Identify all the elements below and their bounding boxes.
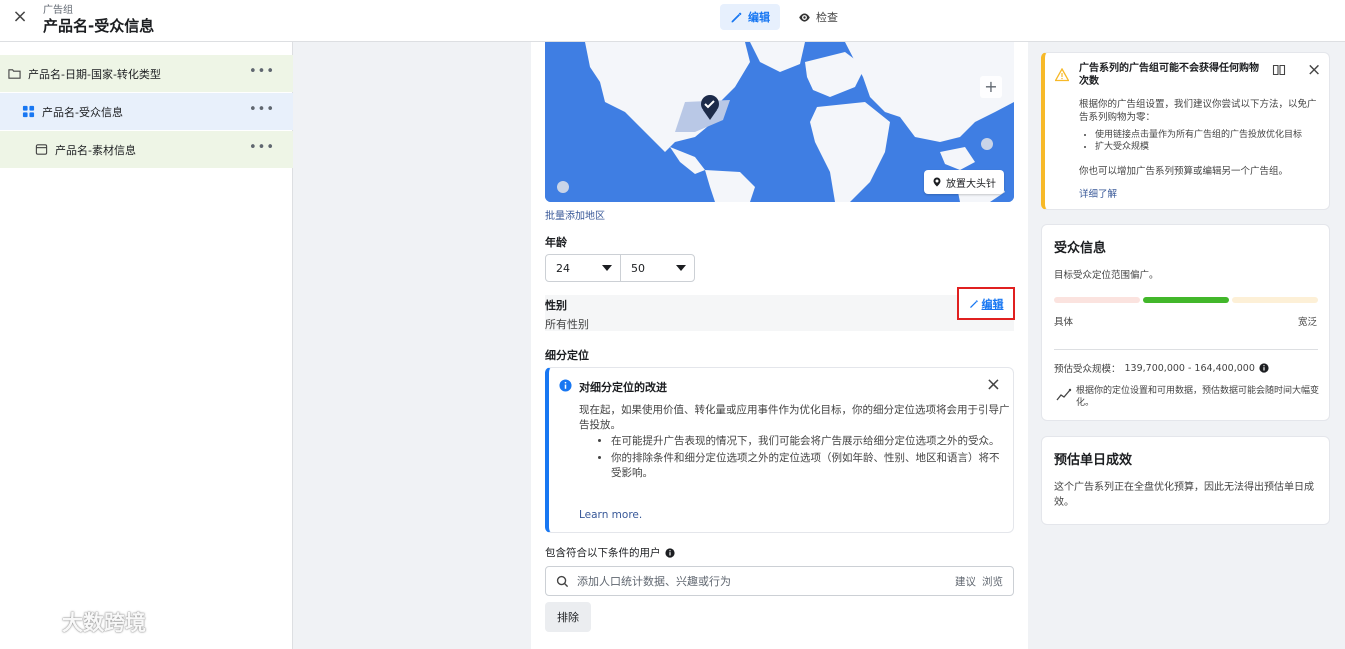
- divider: [1054, 349, 1318, 350]
- warning-bullet: 扩大受众规模: [1095, 141, 1324, 153]
- gender-edit-label: 编辑: [981, 297, 1004, 311]
- pencil-icon: [731, 12, 742, 22]
- breadcrumb: 广告组: [43, 5, 73, 16]
- watermark-text: 大数跨境: [62, 611, 146, 635]
- warning-title: 广告系列的广告组可能不会获得任何购物次数: [1079, 63, 1259, 87]
- page-title: 产品名-受众信息: [43, 17, 155, 35]
- warning-bullet: 使用链接点击量作为所有广告组的广告投放优化目标: [1095, 129, 1324, 141]
- gender-edit-button[interactable]: 编辑: [957, 287, 1015, 320]
- tree-item-ad[interactable]: 产品名-素材信息 •••: [0, 131, 293, 168]
- grid-icon: [22, 105, 35, 118]
- audience-breadth-meter: [1054, 297, 1318, 303]
- search-actions: 建议 浏览: [955, 574, 1003, 589]
- chevron-down-icon: [676, 265, 686, 271]
- pencil-icon: [969, 299, 978, 308]
- gender-value: 所有性别: [545, 318, 589, 331]
- age-label: 年龄: [545, 236, 567, 249]
- close-icon[interactable]: ×: [12, 8, 28, 26]
- audience-trend-note: 根据你的定位设置和可用数据，预估数据可能会随时间大幅变化。: [1076, 386, 1320, 408]
- location-map[interactable]: + 放置大头针: [545, 42, 1014, 202]
- folder-icon: [8, 67, 21, 80]
- audience-size: 预估受众规模： 139,700,000 - 164,400,000: [1054, 361, 1269, 375]
- audience-size-label: 预估受众规模：: [1054, 364, 1121, 375]
- age-max-select[interactable]: 50: [620, 254, 695, 282]
- warning-icon: [1055, 68, 1069, 82]
- suggestions-button[interactable]: 建议: [955, 574, 976, 589]
- daily-results-title: 预估单日成效: [1054, 453, 1133, 468]
- notice-bullet: 你的排除条件和细分定位选项之外的定位选项（例如年龄、性别、地区和语言）将不受影响…: [611, 451, 1009, 481]
- meter-left-label: 具体: [1054, 317, 1074, 328]
- more-icon[interactable]: •••: [249, 102, 275, 117]
- campaign-tree-panel: 产品名-日期-国家-转化类型 ••• 产品名-受众信息 ••• 产品名-素材信息…: [0, 42, 293, 649]
- zoom-in-button[interactable]: +: [980, 76, 1002, 98]
- meter-segment-specific: [1054, 297, 1140, 303]
- notice-bullets: 在可能提升广告表现的情况下，我们可能会将广告展示给细分定位选项之外的受众。 你的…: [599, 434, 1009, 483]
- more-icon[interactable]: •••: [249, 140, 275, 155]
- targeting-notice: 对细分定位的改进 × 现在起，如果使用价值、转化量或应用事件作为优化目标，你的细…: [545, 367, 1014, 533]
- meter-segment-broad: [1232, 297, 1318, 303]
- meter-segment-active: [1143, 297, 1229, 303]
- search-icon: [556, 575, 569, 587]
- daily-results-body: 这个广告系列正在全盘优化预算，因此无法得出预估单日成效。: [1054, 482, 1314, 508]
- mode-tabs: 编辑 检查: [720, 4, 848, 30]
- gender-label: 性别: [545, 299, 567, 312]
- tab-review[interactable]: 检查: [788, 4, 848, 30]
- notice-body: 现在起，如果使用价值、转化量或应用事件作为优化目标，你的细分定位选项将会用于引导…: [579, 404, 1010, 431]
- audience-title: 受众信息: [1054, 241, 1107, 256]
- eye-icon: [799, 12, 810, 22]
- targeting-search-input[interactable]: [577, 574, 955, 588]
- age-max-value: 50: [631, 261, 645, 275]
- bulk-add-locations-link[interactable]: 批量添加地区: [545, 207, 605, 222]
- chevron-down-icon: [602, 265, 612, 271]
- learn-more-link[interactable]: 详细了解: [1079, 186, 1117, 200]
- tree-item-label: 产品名-日期-国家-转化类型: [28, 67, 161, 81]
- meter-right-label: 宽泛: [1297, 317, 1317, 328]
- trend-icon: [1056, 388, 1072, 401]
- audience-size-value: 139,700,000 - 164,400,000: [1124, 362, 1255, 374]
- drop-pin-label: 放置大头针: [946, 178, 996, 190]
- book-icon[interactable]: [1272, 63, 1286, 77]
- info-icon[interactable]: [1259, 363, 1269, 373]
- gender-section: 性别 所有性别: [545, 295, 1014, 331]
- warning-extra: 你也可以增加广告系列预算或编辑另一个广告组。: [1079, 166, 1289, 177]
- targeting-search[interactable]: 建议 浏览: [545, 566, 1014, 596]
- close-icon[interactable]: ×: [986, 374, 1001, 395]
- estimated-daily-results-card: 预估单日成效 这个广告系列正在全盘优化预算，因此无法得出预估单日成效。: [1041, 436, 1330, 525]
- pin-icon: [933, 177, 941, 187]
- top-bar: × 广告组 产品名-受众信息 编辑 检查: [0, 0, 1345, 42]
- purchase-warning-card: 广告系列的广告组可能不会获得任何购物次数 × 根据你的广告组设置，我们建议你尝试…: [1041, 52, 1330, 210]
- tab-edit[interactable]: 编辑: [720, 4, 780, 30]
- notice-bullet: 在可能提升广告表现的情况下，我们可能会将广告展示给细分定位选项之外的受众。: [611, 434, 1009, 449]
- tree-item-label: 产品名-受众信息: [42, 105, 123, 119]
- tab-review-label: 检查: [816, 11, 838, 24]
- close-icon[interactable]: ×: [1307, 60, 1321, 80]
- notice-title: 对细分定位的改进: [579, 381, 667, 394]
- tree-item-label: 产品名-素材信息: [55, 143, 136, 157]
- detailed-targeting-label: 细分定位: [545, 349, 589, 362]
- watermark-icon: [12, 610, 48, 631]
- age-min-value: 24: [556, 261, 570, 275]
- audience-definition-card: 受众信息 目标受众定位范围偏广。 具体 宽泛 预估受众规模： 139,700,0…: [1041, 224, 1330, 421]
- warning-bullets: 使用链接点击量作为所有广告组的广告投放优化目标 扩大受众规模: [1091, 129, 1324, 153]
- age-min-select[interactable]: 24: [545, 254, 621, 282]
- more-icon[interactable]: •••: [249, 64, 275, 79]
- include-label-text: 包含符合以下条件的用户: [545, 547, 661, 559]
- tree-item-adset[interactable]: 产品名-受众信息 •••: [0, 93, 293, 130]
- editor-column: + 放置大头针 批量添加地区 年龄 24 50 性别 所有性别 编辑 细分定位 …: [531, 42, 1028, 649]
- info-icon[interactable]: [664, 547, 675, 558]
- audience-subtitle: 目标受众定位范围偏广。: [1054, 270, 1159, 281]
- tree-item-campaign[interactable]: 产品名-日期-国家-转化类型 •••: [0, 55, 293, 92]
- learn-more-link[interactable]: Learn more.: [579, 509, 642, 521]
- watermark-logo: 大数跨境: [8, 607, 146, 637]
- ad-icon: [35, 143, 48, 156]
- info-icon: [559, 379, 572, 392]
- tab-edit-label: 编辑: [748, 11, 770, 24]
- browse-button[interactable]: 浏览: [982, 574, 1003, 589]
- exclude-button[interactable]: 排除: [545, 602, 591, 632]
- warning-body: 根据你的广告组设置，我们建议你尝试以下方法，以免广告系列购物为零：: [1079, 99, 1317, 123]
- drop-pin-button[interactable]: 放置大头针: [924, 170, 1004, 194]
- include-people-label: 包含符合以下条件的用户: [545, 545, 675, 560]
